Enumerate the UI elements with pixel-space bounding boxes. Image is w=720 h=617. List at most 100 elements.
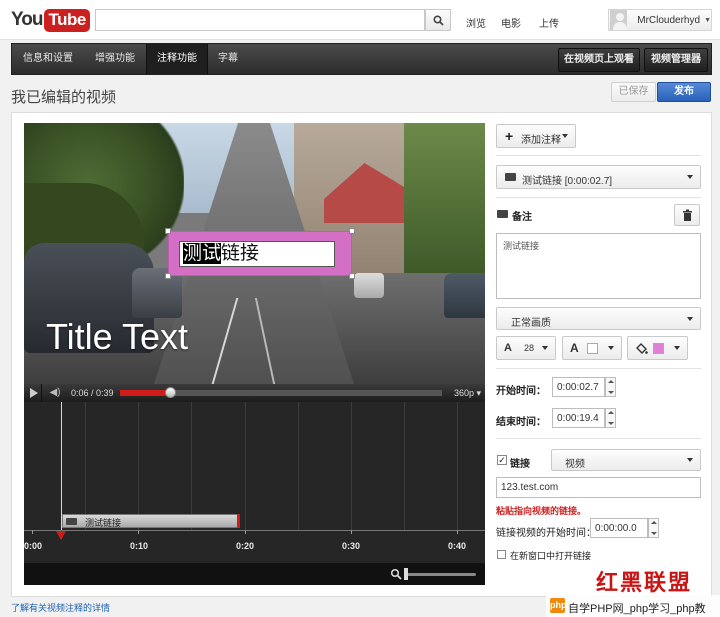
video-manager-button[interactable]: 视频管理器 — [644, 48, 708, 72]
annotation-selected-text: 测试 — [183, 243, 222, 264]
resize-handle[interactable] — [165, 228, 171, 234]
quality-selector[interactable]: 360p ▾ — [454, 388, 481, 399]
view-on-watch-page-button[interactable]: 在视频页上观看 — [558, 48, 640, 72]
annotation-text: 链接 — [221, 243, 260, 264]
stepper-down-icon[interactable] — [608, 422, 614, 425]
link-checkbox[interactable]: ✓ — [497, 455, 507, 465]
video-controls: ◀) 0:06 / 0:39 360p ▾ — [24, 384, 485, 402]
timeline-gridline — [298, 402, 299, 530]
upload-link[interactable]: 上传 — [539, 15, 559, 30]
link-type-dropdown[interactable]: 视频 — [551, 449, 701, 471]
learn-more-link[interactable]: 了解有关视频注释的详情 — [11, 601, 110, 614]
note-icon — [497, 210, 508, 218]
tab-annotations[interactable]: 注释功能 — [146, 44, 208, 74]
stepper-up-icon[interactable] — [608, 380, 614, 383]
timeline-tick-label: 0:10 — [130, 541, 149, 551]
timeline-gridline — [191, 402, 192, 530]
timeline-tick — [138, 530, 139, 534]
tab-enhancements[interactable]: 增强功能 — [84, 44, 146, 74]
youtube-logo[interactable]: You Tube — [11, 7, 90, 33]
search-button[interactable] — [425, 9, 451, 31]
annotation-timeline[interactable]: 测试链接 0:00 0:10 0:20 0:30 0:40 — [24, 402, 485, 585]
annotation-text-area[interactable]: 测试链接 — [496, 233, 701, 299]
new-window-checkbox[interactable] — [497, 550, 506, 559]
start-time-input[interactable] — [552, 377, 605, 397]
divider — [496, 438, 701, 439]
font-size-value: 28 — [524, 343, 535, 353]
timeline-playhead[interactable] — [61, 402, 62, 539]
annotation-box[interactable]: 测试链接 — [165, 228, 355, 279]
font-size-dropdown[interactable]: A 28 — [496, 336, 556, 360]
start-time-stepper[interactable] — [605, 377, 616, 397]
tab-info-settings[interactable]: 信息和设置 — [12, 44, 84, 74]
volume-icon[interactable]: ◀) — [44, 384, 66, 402]
browse-link[interactable]: 浏览 — [466, 15, 486, 30]
chevron-down-icon: ▼ — [704, 16, 711, 24]
stepper-down-icon[interactable] — [608, 391, 614, 394]
background-color-dropdown[interactable] — [627, 336, 688, 360]
progress-scrubber[interactable] — [164, 387, 176, 398]
stepper-down-icon[interactable] — [651, 532, 657, 535]
timeline-tick — [32, 530, 33, 534]
end-time-input[interactable] — [552, 408, 605, 428]
add-annotation-button[interactable]: + 添加注释 — [496, 124, 576, 148]
chevron-down-icon — [687, 175, 693, 179]
link-type-value: 视频 — [565, 459, 585, 470]
progress-bar[interactable] — [120, 387, 442, 398]
style-select-dropdown[interactable]: 正常画质 — [496, 307, 701, 330]
text-color-icon: A — [570, 341, 579, 355]
user-menu[interactable]: MrClouderhyd ▼ — [608, 9, 712, 31]
avatar — [610, 10, 628, 30]
tab-captions[interactable]: 字幕 — [208, 44, 248, 74]
font-size-icon: A — [504, 342, 512, 354]
movies-link[interactable]: 电影 — [501, 15, 521, 30]
timeline-gridline — [457, 402, 458, 530]
link-hint: 粘贴指向视频的链接。 — [496, 506, 587, 516]
resize-handle[interactable] — [349, 273, 355, 279]
chevron-down-icon — [562, 134, 568, 138]
text-color-swatch — [587, 343, 598, 354]
add-annotation-label: 添加注释 — [521, 135, 561, 146]
zoom-slider-handle[interactable] — [404, 568, 408, 580]
page-title: 我已编辑的视频 — [11, 89, 117, 106]
annotation-select-dropdown[interactable]: 测试链接 [0:00:02.7] — [496, 165, 701, 189]
trash-icon — [683, 209, 692, 221]
play-button[interactable] — [24, 384, 42, 402]
watermark-title: 红黑联盟 — [596, 570, 693, 596]
saved-button[interactable]: 已保存 — [611, 82, 656, 102]
logo-text-tube: Tube — [44, 8, 90, 32]
annotation-text-editor[interactable]: 测试链接 — [179, 241, 335, 267]
logo-text-you: You — [11, 9, 44, 30]
editor-navbar: 信息和设置 增强功能 注释功能 字幕 在视频页上观看 视频管理器 — [11, 43, 712, 75]
zoom-icon — [390, 568, 402, 580]
link-start-time-stepper[interactable] — [648, 518, 659, 538]
link-url-input[interactable] — [496, 477, 701, 498]
stepper-up-icon[interactable] — [651, 521, 657, 524]
timeline-annotation-bar[interactable]: 测试链接 — [62, 514, 240, 528]
video-frame-car — [444, 273, 485, 318]
paint-bucket-icon — [636, 343, 648, 354]
note-icon — [66, 518, 77, 525]
resize-handle[interactable] — [165, 273, 171, 279]
video-player[interactable]: Title Text 测试链接 — [24, 123, 485, 384]
search-input[interactable] — [95, 9, 425, 31]
end-time-stepper[interactable] — [605, 408, 616, 428]
timeline-tick-label: 0:20 — [236, 541, 255, 551]
style-select-value: 正常画质 — [511, 318, 551, 329]
annotation-text-value: 测试链接 — [503, 241, 540, 251]
text-color-dropdown[interactable]: A — [562, 336, 622, 360]
link-start-time-input[interactable] — [590, 518, 648, 538]
publish-button[interactable]: 发布 — [657, 82, 711, 102]
timeline-bar-end-handle[interactable] — [237, 514, 240, 528]
timeline-gridline — [404, 402, 405, 530]
resize-handle[interactable] — [349, 228, 355, 234]
timeline-tick-label: 0:30 — [342, 541, 361, 551]
watermark: 红黑联盟 php 自学PHP网_php学习_php教 — [546, 565, 720, 617]
delete-annotation-button[interactable] — [674, 204, 700, 226]
timeline-zoom-bar — [24, 563, 485, 585]
search-icon — [432, 14, 444, 26]
zoom-slider-track[interactable] — [404, 573, 476, 576]
playhead-marker-icon[interactable] — [56, 531, 66, 540]
stepper-up-icon[interactable] — [608, 411, 614, 414]
note-icon — [505, 173, 516, 181]
